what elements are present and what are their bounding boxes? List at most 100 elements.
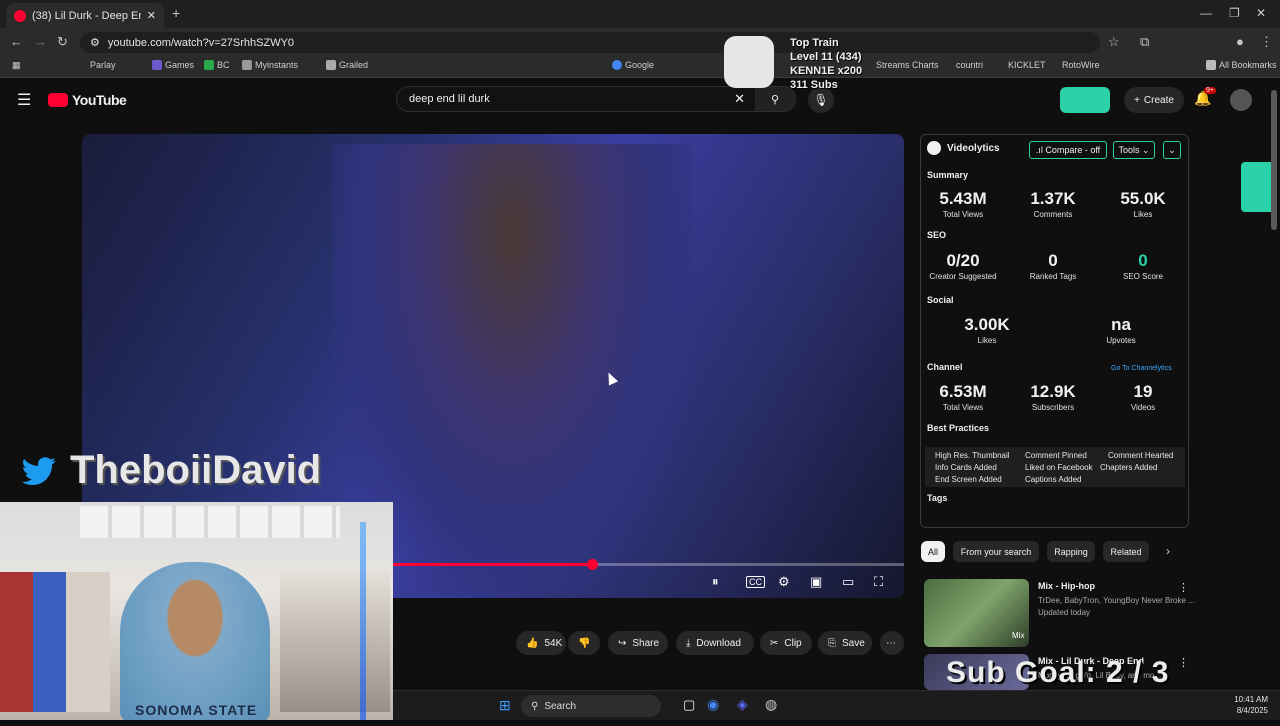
- bookmark-parlay[interactable]: Parlay: [90, 60, 116, 70]
- chip-from-your-search[interactable]: From your search: [953, 541, 1039, 562]
- maximize-icon[interactable]: ❐: [1229, 6, 1240, 20]
- bp-item: Captions Added: [1025, 475, 1082, 484]
- search-icon: ⚲: [770, 93, 780, 106]
- chip-all[interactable]: All: [921, 541, 945, 562]
- close-tab-icon[interactable]: ✕: [147, 9, 156, 22]
- create-button[interactable]: + Create: [1124, 87, 1184, 113]
- bookmark-kicklet[interactable]: KICKLET: [1008, 60, 1046, 70]
- search-input[interactable]: deep end lil durk ✕ ⚲: [396, 86, 796, 112]
- treadmill-area: [280, 572, 390, 712]
- chrome-icon[interactable]: ◉: [707, 696, 719, 713]
- list-item[interactable]: Mix Mix - Hip-hop TrDee, BabyTron, Young…: [924, 579, 1274, 651]
- bookmark-bc[interactable]: BC: [204, 60, 230, 70]
- more-actions-button[interactable]: ⋯: [880, 631, 904, 655]
- fullscreen-icon[interactable]: ⛶: [874, 574, 883, 590]
- avatar[interactable]: [1230, 89, 1252, 111]
- social-label: Social: [927, 295, 954, 305]
- menu-dots-icon[interactable]: ⋮: [1260, 34, 1273, 50]
- system-clock[interactable]: 10:41 AM 8/4/2025: [1234, 694, 1268, 716]
- bookmark-games[interactable]: Games: [152, 60, 194, 70]
- youtube-logo[interactable]: YouTube: [48, 92, 127, 108]
- bookmark-icon: ⎘: [828, 637, 836, 649]
- save-button[interactable]: ⎘ Save: [818, 631, 872, 655]
- bc-icon: [204, 60, 214, 70]
- theater-mode-icon[interactable]: ▭: [842, 574, 854, 590]
- more-dots-icon[interactable]: ⋮: [1178, 581, 1189, 594]
- thumbs-up-icon: 👍: [526, 637, 539, 649]
- channelytics-link[interactable]: Go To Channelytics: [1111, 365, 1172, 372]
- chip-related[interactable]: Related: [1103, 541, 1149, 562]
- reload-icon[interactable]: ↻: [57, 34, 68, 50]
- mix-badge: Mix: [1012, 631, 1025, 640]
- tab-youtube[interactable]: (38) Lil Durk - Deep End - Y ✕: [6, 3, 164, 28]
- compare-toggle[interactable]: .ıl Compare - off: [1029, 141, 1107, 159]
- url-field[interactable]: ⚙ youtube.com/watch?v=27SrhhSZWY0: [80, 32, 1100, 53]
- hexagon-lights: [80, 506, 340, 538]
- stat-videos: 19 Videos: [1130, 382, 1156, 412]
- minimize-icon[interactable]: —: [1200, 6, 1212, 20]
- search-icon: ⚲: [531, 700, 539, 712]
- train-icon: [724, 36, 774, 88]
- discord-icon[interactable]: ◈: [737, 696, 748, 713]
- extensions-icon[interactable]: ⧉: [1140, 34, 1149, 50]
- bookmark-streams-charts[interactable]: Streams Charts: [876, 60, 939, 70]
- clip-button[interactable]: ✂ Clip: [760, 631, 812, 655]
- bookmark-google[interactable]: Google: [612, 60, 654, 70]
- clear-search-icon[interactable]: ✕: [734, 91, 745, 107]
- train-subs: 311 Subs: [790, 79, 838, 91]
- microphone-icon: 🎙: [813, 93, 829, 107]
- tab-title: (38) Lil Durk - Deep End - Y: [32, 9, 141, 22]
- scrubber-handle[interactable]: [586, 559, 598, 570]
- download-button[interactable]: ⤓ Download: [676, 631, 754, 655]
- close-window-icon[interactable]: ✕: [1256, 6, 1266, 20]
- rec-channels: TrDee, BabyTron, YoungBoy Never Broke ..…: [1038, 596, 1195, 605]
- autoplay-toggle-icon[interactable]: ⏸: [712, 574, 719, 590]
- profile-avatar-icon[interactable]: ●: [1236, 34, 1244, 49]
- more-dots-icon[interactable]: ⋮: [1178, 656, 1189, 669]
- forward-icon[interactable]: →: [34, 34, 47, 49]
- obs-icon[interactable]: ◍: [765, 696, 777, 713]
- collapse-button[interactable]: ⌄: [1163, 141, 1181, 159]
- task-view-icon[interactable]: ▢: [683, 697, 695, 713]
- back-icon[interactable]: ←: [10, 34, 23, 49]
- hamburger-menu-icon[interactable]: ☰: [17, 90, 31, 110]
- bookmark-grailed[interactable]: Grailed: [326, 60, 368, 70]
- search-query: deep end lil durk: [409, 93, 490, 105]
- stat-total-views: 5.43M Total Views: [939, 189, 987, 219]
- bookmark-countri[interactable]: countri: [956, 60, 983, 70]
- settings-gear-icon[interactable]: ⚙: [778, 574, 790, 590]
- bookmark-myinstants[interactable]: Myinstants: [242, 60, 298, 70]
- youtube-header: ☰ YouTube deep end lil durk ✕ ⚲ 🎙 + Crea…: [0, 78, 1280, 124]
- stat-subscribers: 12.9K Subscribers: [1030, 382, 1076, 412]
- seo-label: SEO: [927, 230, 947, 240]
- bookmark-all[interactable]: All Bookmarks: [1206, 60, 1277, 70]
- bookmark-star-icon[interactable]: ☆: [1108, 34, 1120, 50]
- channel-label: Channel: [927, 362, 963, 372]
- taskbar-search[interactable]: ⚲ Search: [521, 695, 661, 717]
- site-info-icon[interactable]: ⚙: [90, 36, 100, 49]
- search-button[interactable]: ⚲: [755, 87, 795, 111]
- games-icon: [152, 60, 162, 70]
- page-scrollbar[interactable]: [1271, 90, 1277, 230]
- apps-icon[interactable]: ▦: [12, 60, 21, 71]
- videolytics-extension-button[interactable]: [1060, 87, 1110, 113]
- streamer-overlay: TheboiiDavid: [16, 448, 321, 493]
- like-button[interactable]: 👍 54K: [516, 631, 566, 655]
- chip-rapping[interactable]: Rapping: [1047, 541, 1095, 562]
- new-tab-button[interactable]: +: [172, 5, 180, 21]
- dislike-button[interactable]: 👎: [568, 631, 600, 655]
- tools-dropdown[interactable]: Tools ⌄: [1113, 141, 1155, 159]
- scissors-icon: ✂: [770, 637, 779, 649]
- chevron-right-icon[interactable]: ›: [1166, 544, 1170, 558]
- miniplayer-icon[interactable]: ▣: [810, 574, 822, 590]
- videolytics-logo-icon: [927, 141, 941, 155]
- bookmark-rotowire[interactable]: RotoWire: [1062, 60, 1100, 70]
- captions-icon[interactable]: CC: [746, 576, 765, 588]
- windows-start-icon[interactable]: ⊞: [499, 697, 511, 714]
- thumbs-down-icon: 👎: [578, 637, 591, 649]
- top-train-text: Top Train Level 11 (434) KENN1E x200 311…: [790, 36, 862, 92]
- share-button[interactable]: ↪ Share: [608, 631, 668, 655]
- videolytics-side-tab[interactable]: [1241, 162, 1271, 212]
- train-title: Top Train: [790, 37, 839, 49]
- youtube-favicon-icon: [14, 9, 26, 22]
